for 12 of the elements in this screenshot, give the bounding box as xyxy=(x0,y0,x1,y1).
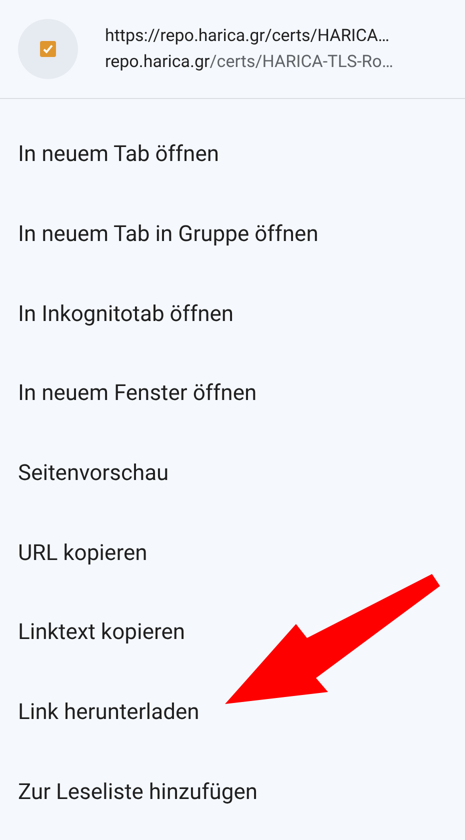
checkmark-icon xyxy=(40,41,56,57)
menu-item[interactable]: Seitenvorschau xyxy=(0,434,465,514)
menu-item[interactable]: URL kopieren xyxy=(0,513,465,594)
menu-item[interactable]: In Inkognitotab öffnen xyxy=(0,274,465,354)
menu-item[interactable]: Linktext kopieren xyxy=(0,593,465,673)
menu-item[interactable]: Link herunterladen xyxy=(0,672,465,752)
menu-item[interactable]: In neuem Tab öffnen xyxy=(0,115,465,195)
menu-item[interactable]: Zur Leseliste hinzufügen xyxy=(0,752,465,832)
menu-item[interactable]: In neuem Tab in Gruppe öffnen xyxy=(0,194,465,274)
link-title: https://repo.harica.gr/certs/HARICA… xyxy=(105,25,390,48)
link-url: repo.harica.gr/certs/HARICA-TLS-Ro… xyxy=(105,51,394,74)
menu-item[interactable]: In neuem Fenster öffnen xyxy=(0,354,465,434)
